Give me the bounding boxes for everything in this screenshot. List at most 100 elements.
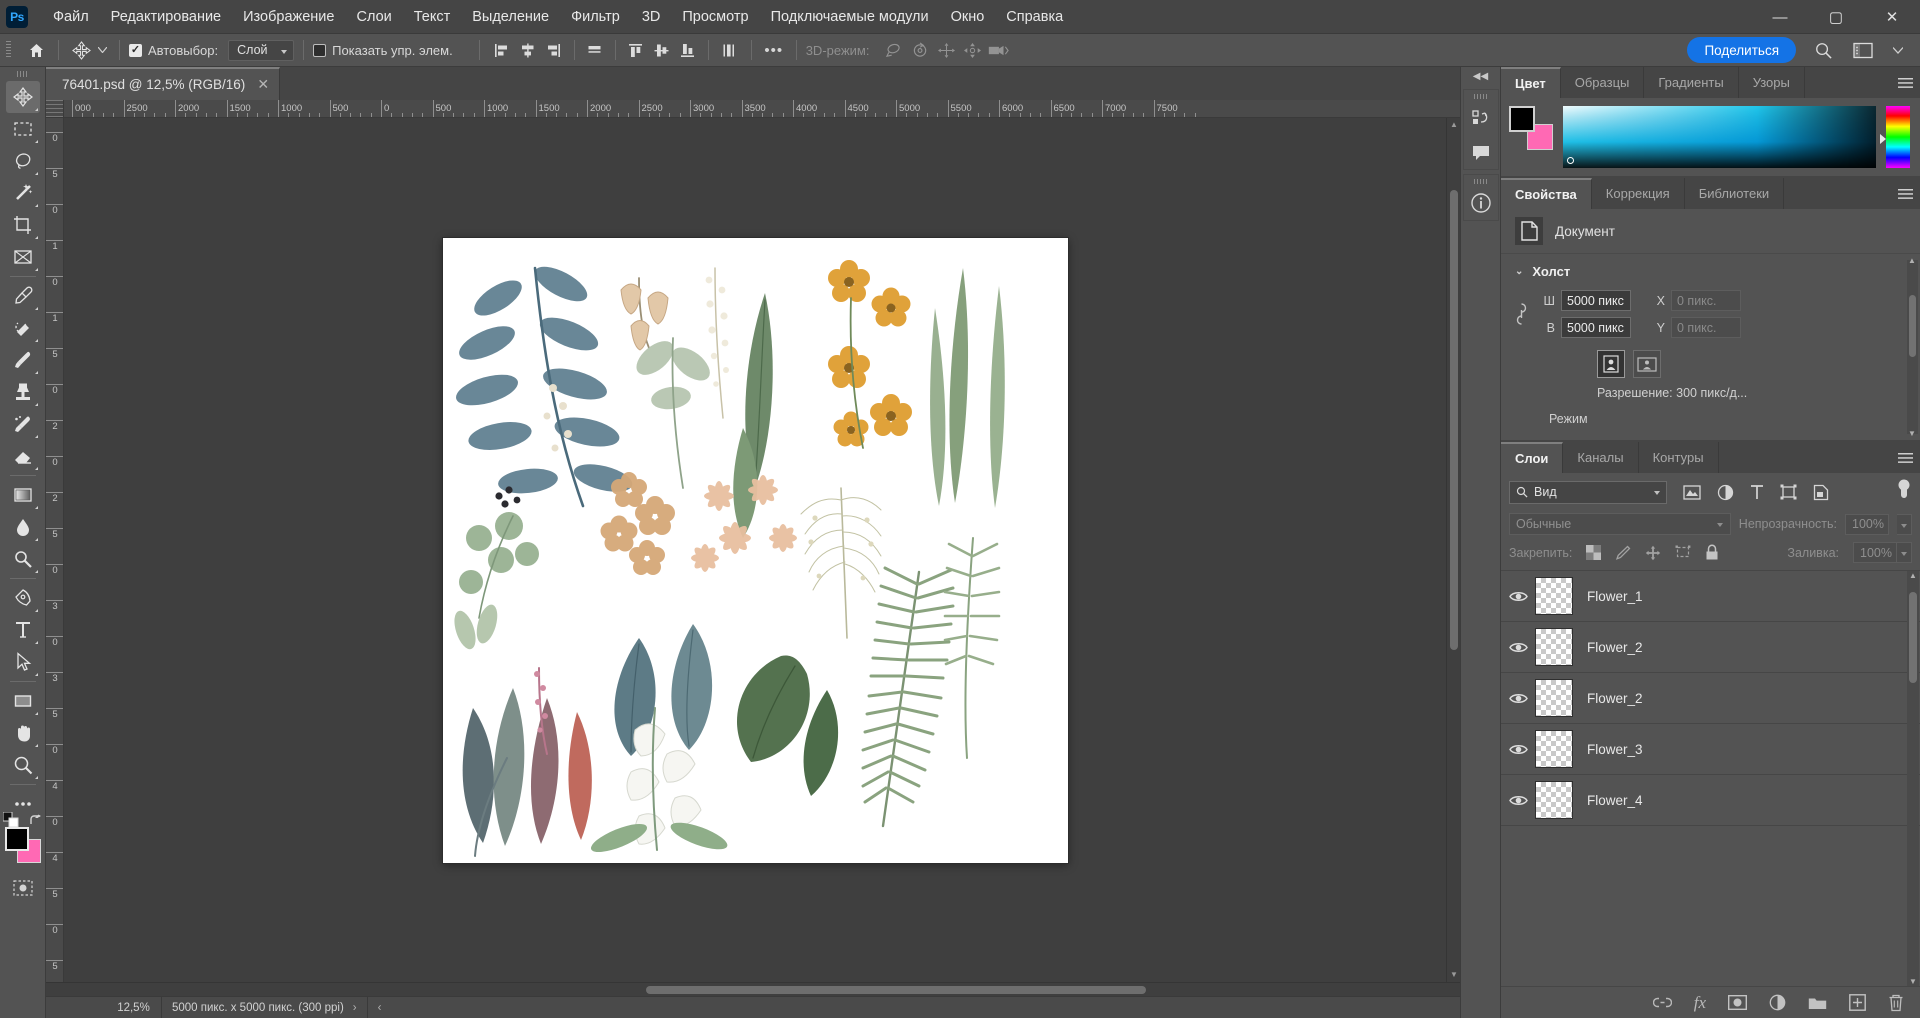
color-picker-marker[interactable] bbox=[1567, 157, 1574, 164]
opacity-field[interactable]: 100% bbox=[1845, 514, 1889, 535]
rail-grip[interactable] bbox=[1474, 94, 1488, 99]
opacity-stepper[interactable] bbox=[1897, 514, 1912, 535]
scroll-up-arrow[interactable]: ▲ bbox=[1447, 118, 1461, 132]
quick-mask-icon[interactable] bbox=[6, 872, 40, 904]
type-tool-icon[interactable] bbox=[6, 614, 40, 646]
comments-icon[interactable] bbox=[1464, 135, 1498, 169]
dodge-tool-icon[interactable] bbox=[6, 543, 40, 575]
marquee-tool-icon[interactable] bbox=[6, 113, 40, 145]
align-top-edges-icon[interactable] bbox=[623, 38, 649, 62]
history-icon[interactable] bbox=[1464, 101, 1498, 135]
canvas-width-field[interactable]: 5000 пикс bbox=[1561, 290, 1631, 311]
layer-name[interactable]: Flower_2 bbox=[1587, 691, 1643, 706]
layer-row[interactable]: Flower_4 bbox=[1501, 775, 1920, 826]
path-selection-tool-icon[interactable] bbox=[6, 646, 40, 678]
lock-all-icon[interactable] bbox=[1705, 544, 1719, 561]
layer-list[interactable]: Flower_1Flower_2Flower_2Flower_3Flower_4… bbox=[1501, 571, 1920, 986]
chevron-down-icon[interactable] bbox=[1890, 38, 1906, 62]
layer-thumbnail[interactable] bbox=[1535, 577, 1573, 615]
lock-transparency-icon[interactable] bbox=[1586, 545, 1601, 560]
brush-tool-icon[interactable] bbox=[6, 344, 40, 376]
panel-menu-icon[interactable] bbox=[1890, 178, 1920, 209]
eye-icon[interactable] bbox=[1501, 590, 1535, 603]
magic-wand-tool-icon[interactable] bbox=[6, 177, 40, 209]
menu-item-1[interactable]: Файл bbox=[42, 4, 100, 30]
tab-свойства[interactable]: Свойства bbox=[1501, 178, 1592, 209]
color-swatches[interactable] bbox=[1509, 106, 1553, 150]
menu-item-5[interactable]: Текст bbox=[403, 4, 462, 30]
tab-библиотеки[interactable]: Библиотеки bbox=[1685, 178, 1784, 209]
menu-item-4[interactable]: Слои bbox=[345, 4, 402, 30]
canvas-x-field[interactable]: 0 пикс. bbox=[1671, 290, 1741, 311]
filter-adjustment-icon[interactable] bbox=[1717, 484, 1734, 501]
hue-marker[interactable] bbox=[1880, 134, 1886, 144]
options-bar-grip[interactable] bbox=[6, 41, 11, 59]
orientation-portrait-icon[interactable] bbox=[1597, 350, 1625, 378]
chevron-right-icon[interactable]: › bbox=[353, 1002, 357, 1014]
scroll-down-arrow[interactable]: ▼ bbox=[1909, 977, 1917, 986]
rail-grip[interactable] bbox=[1474, 179, 1488, 184]
filter-pixel-icon[interactable] bbox=[1683, 485, 1701, 500]
rectangle-tool-icon[interactable] bbox=[6, 685, 40, 717]
filter-enable-toggle[interactable] bbox=[1896, 479, 1912, 505]
color-spectrum-field[interactable] bbox=[1563, 106, 1876, 168]
align-vertical-centers-icon[interactable] bbox=[649, 38, 675, 62]
chevron-left-icon[interactable]: ‹ bbox=[368, 1002, 392, 1014]
new-layer-icon[interactable] bbox=[1849, 994, 1866, 1011]
layer-thumbnail[interactable] bbox=[1535, 781, 1573, 819]
menu-item-12[interactable]: Справка bbox=[995, 4, 1074, 30]
layers-scrollbar[interactable]: ▲ ▼ bbox=[1907, 571, 1919, 986]
more-options-icon[interactable]: ••• bbox=[761, 38, 787, 62]
horizontal-scroll-thumb[interactable] bbox=[646, 986, 1146, 994]
menu-item-8[interactable]: 3D bbox=[631, 4, 672, 30]
healing-brush-tool-icon[interactable] bbox=[6, 312, 40, 344]
layer-name[interactable]: Flower_1 bbox=[1587, 589, 1643, 604]
eye-icon[interactable] bbox=[1501, 692, 1535, 705]
canvas-stage[interactable] bbox=[64, 118, 1446, 982]
layer-thumbnail[interactable] bbox=[1535, 628, 1573, 666]
canvas-y-field[interactable]: 0 пикс. bbox=[1671, 317, 1741, 338]
frame-tool-icon[interactable] bbox=[6, 241, 40, 273]
filter-type-icon[interactable] bbox=[1750, 484, 1764, 500]
gradient-tool-icon[interactable] bbox=[6, 479, 40, 511]
new-adjustment-layer-icon[interactable] bbox=[1769, 994, 1786, 1011]
eyedropper-tool-icon[interactable] bbox=[6, 280, 40, 312]
show-transform-controls-checkbox[interactable]: Показать упр. элем. bbox=[313, 43, 453, 58]
pen-tool-icon[interactable] bbox=[6, 582, 40, 614]
hue-ramp[interactable] bbox=[1886, 106, 1910, 168]
ruler-origin-corner[interactable] bbox=[46, 100, 64, 118]
link-constrain-icon[interactable] bbox=[1515, 302, 1535, 326]
scroll-up-arrow[interactable]: ▲ bbox=[1909, 571, 1917, 580]
autoselect-scope-select[interactable]: Слой bbox=[228, 40, 294, 61]
align-bottom-edges-icon[interactable] bbox=[675, 38, 701, 62]
clone-stamp-tool-icon[interactable] bbox=[6, 376, 40, 408]
menu-item-7[interactable]: Фильтр bbox=[560, 4, 631, 30]
panel-menu-icon[interactable] bbox=[1890, 442, 1920, 473]
crop-tool-icon[interactable] bbox=[6, 209, 40, 241]
new-group-icon[interactable] bbox=[1808, 995, 1827, 1010]
lock-artboard-icon[interactable] bbox=[1675, 545, 1691, 560]
canvas-vertical-scrollbar[interactable]: ▲ ▼ bbox=[1446, 118, 1460, 982]
tool-preset-chevron-icon[interactable] bbox=[94, 38, 110, 62]
lasso-tool-icon[interactable] bbox=[6, 145, 40, 177]
layer-row[interactable]: Flower_2 bbox=[1501, 622, 1920, 673]
eye-icon[interactable] bbox=[1501, 743, 1535, 756]
document-size-info[interactable]: 5000 пикс. x 5000 пикс. (300 ppi) › bbox=[162, 997, 368, 1018]
eye-icon[interactable] bbox=[1501, 794, 1535, 807]
workspace-switcher-icon[interactable] bbox=[1850, 38, 1876, 62]
vertical-scroll-thumb[interactable] bbox=[1450, 190, 1458, 650]
scroll-down-arrow[interactable]: ▼ bbox=[1908, 429, 1916, 438]
link-layers-icon[interactable] bbox=[1653, 996, 1672, 1009]
align-right-edges-icon[interactable] bbox=[541, 38, 567, 62]
home-icon[interactable] bbox=[23, 38, 49, 62]
foreground-color-swatch[interactable] bbox=[5, 827, 29, 851]
add-layer-mask-icon[interactable] bbox=[1728, 995, 1747, 1010]
scroll-down-arrow[interactable]: ▼ bbox=[1447, 968, 1461, 982]
zoom-level-field[interactable]: 12,5% bbox=[106, 997, 162, 1018]
fill-field[interactable]: 100% bbox=[1853, 542, 1897, 563]
eye-icon[interactable] bbox=[1501, 641, 1535, 654]
menu-item-6[interactable]: Выделение bbox=[461, 4, 560, 30]
foreground-color-swatch[interactable] bbox=[1509, 106, 1535, 132]
hand-tool-icon[interactable] bbox=[6, 717, 40, 749]
toolbar-grip[interactable] bbox=[17, 71, 29, 77]
